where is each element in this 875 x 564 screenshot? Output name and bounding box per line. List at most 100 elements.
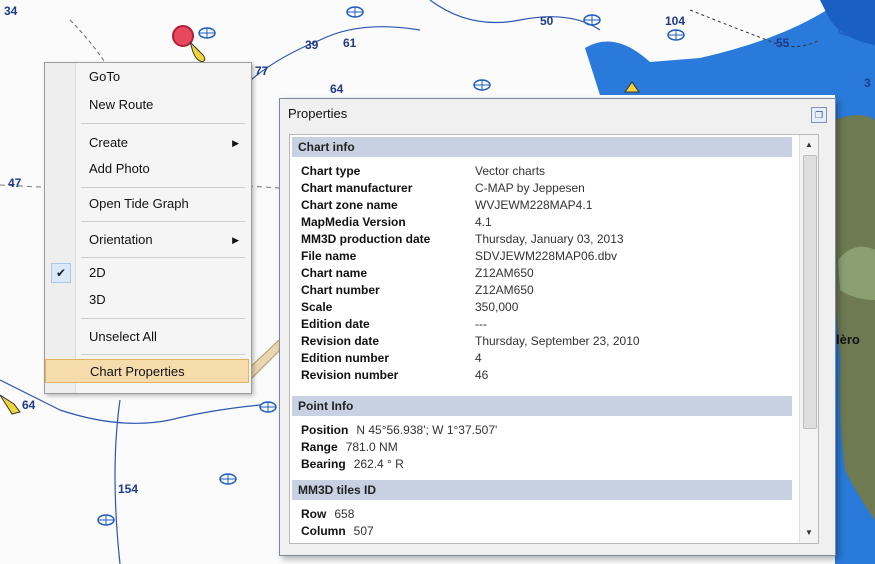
property-key: Scale [301, 300, 333, 314]
depth-label: 34 [4, 4, 18, 18]
menu-separator [81, 318, 245, 319]
property-value: 658 [334, 507, 355, 521]
property-value: 4.1 [475, 215, 492, 229]
property-row: Position N 45°56.938'; W 1°37.507' [301, 422, 497, 439]
menu-item-label: Chart Properties [90, 364, 185, 379]
depth-label: 50 [540, 14, 554, 28]
property-key: Row [301, 507, 327, 521]
menu-separator [81, 187, 245, 188]
property-key: Bearing [301, 457, 346, 471]
menu-separator [81, 123, 245, 124]
property-key: Chart zone name [301, 198, 398, 212]
property-key: Column [301, 524, 346, 538]
property-row: Bearing 262.4 ° R [301, 456, 404, 473]
properties-pane[interactable]: Chart info Chart type Vector charts Chart… [289, 134, 819, 544]
property-key: Range [301, 440, 338, 454]
submenu-arrow-icon: ▶ [232, 138, 239, 148]
property-value: WVJEWM228MAP4.1 [475, 198, 593, 212]
depth-label: 61 [343, 36, 357, 50]
checkmark-icon: ✔ [51, 263, 71, 283]
property-value: 781.0 NM [345, 440, 398, 454]
property-key: Edition number [301, 351, 389, 365]
property-row: MM3D production date Thursday, January 03… [301, 231, 624, 248]
property-value: Vector charts [475, 164, 546, 178]
property-row: Chart number Z12AM650 [301, 282, 534, 299]
menu-item-label: Create [89, 135, 129, 150]
property-value: 46 [475, 368, 489, 382]
section-header-tiles-id[interactable]: MM3D tiles ID [292, 480, 792, 500]
menu-separator [81, 354, 245, 355]
property-key: Chart type [301, 164, 361, 178]
property-key: Chart name [301, 266, 368, 280]
menu-item-label: Orientation [89, 232, 153, 247]
context-menu: GoTo New Route Create ▶ Add Photo Open T… [44, 62, 252, 394]
property-key: MapMedia Version [301, 215, 406, 229]
property-value: Thursday, September 23, 2010 [475, 334, 640, 348]
depth-label: 55 [776, 36, 790, 50]
property-row: MapMedia Version 4.1 [301, 214, 492, 231]
property-row: Row 658 [301, 506, 354, 523]
depth-label: 64 [330, 82, 344, 96]
property-value: Thursday, January 03, 2013 [475, 232, 624, 246]
property-key: Position [301, 423, 349, 437]
menu-item-chart-properties[interactable]: Chart Properties [45, 359, 249, 383]
maximize-button[interactable]: ❐ [811, 107, 827, 123]
property-key: Revision date [301, 334, 380, 348]
property-value: 507 [353, 524, 374, 538]
menu-item-label: 2D [89, 265, 106, 280]
property-key: Edition date [301, 317, 370, 331]
menu-item-goto[interactable]: GoTo [45, 65, 249, 89]
property-value: N 45°56.938'; W 1°37.507' [356, 423, 498, 437]
menu-separator [81, 221, 245, 222]
property-value: C-MAP by Jeppesen [475, 181, 585, 195]
menu-item-3d[interactable]: 3D [45, 288, 249, 312]
property-value: --- [475, 317, 487, 331]
depth-label: 39 [305, 38, 319, 52]
menu-item-create[interactable]: Create ▶ [45, 131, 249, 155]
property-row: Chart name Z12AM650 [301, 265, 534, 282]
property-key: Chart manufacturer [301, 181, 413, 195]
menu-item-unselect-all[interactable]: Unselect All [45, 325, 249, 349]
section-header-point-info[interactable]: Point Info [292, 396, 792, 416]
property-row: Chart manufacturer C-MAP by Jeppesen [301, 180, 585, 197]
property-value: 262.4 ° R [353, 457, 404, 471]
property-value: SDVJEWM228MAP06.dbv [475, 249, 618, 263]
menu-item-label: Unselect All [89, 329, 157, 344]
scrollbar-thumb[interactable] [803, 155, 817, 429]
scroll-up-icon[interactable]: ▲ [800, 137, 818, 153]
map-place-label: lèro [836, 332, 860, 347]
property-row: Revision number 46 [301, 367, 488, 384]
depth-label: 104 [665, 14, 686, 28]
depth-label: 47 [8, 176, 22, 190]
submenu-arrow-icon: ▶ [232, 235, 239, 245]
property-row: Revision date Thursday, September 23, 201… [301, 333, 640, 350]
menu-item-add-photo[interactable]: Add Photo [45, 157, 249, 181]
window-title: Properties [288, 106, 348, 121]
depth-label: 154 [118, 482, 139, 496]
property-row: Edition number 4 [301, 350, 482, 367]
property-row: Range 781.0 NM [301, 439, 398, 456]
menu-item-label: 3D [89, 292, 106, 307]
property-value: 4 [475, 351, 482, 365]
menu-item-label: Add Photo [89, 161, 150, 176]
property-row: Chart zone name WVJEWM228MAP4.1 [301, 197, 592, 214]
section-header-chart-info[interactable]: Chart info [292, 137, 792, 157]
menu-item-open-tide-graph[interactable]: Open Tide Graph [45, 192, 249, 216]
menu-item-label: New Route [89, 97, 154, 112]
depth-label: 77 [255, 64, 269, 78]
menu-item-label: GoTo [89, 69, 121, 84]
property-row: Scale 350,000 [301, 299, 518, 316]
property-row: Column 507 [301, 523, 374, 540]
property-row: Edition date --- [301, 316, 487, 333]
scroll-down-icon[interactable]: ▼ [800, 525, 818, 541]
property-row: Chart type Vector charts [301, 163, 545, 180]
menu-item-new-route[interactable]: New Route [45, 93, 249, 117]
property-row: File name SDVJEWM228MAP06.dbv [301, 248, 617, 265]
menu-item-label: Open Tide Graph [89, 196, 189, 211]
menu-item-orientation[interactable]: Orientation ▶ [45, 228, 249, 252]
vertical-scrollbar[interactable]: ▲ ▼ [799, 135, 818, 543]
menu-item-2d[interactable]: ✔ 2D [45, 261, 249, 285]
property-key: MM3D production date [301, 232, 431, 246]
depth-label: 64 [22, 398, 36, 412]
property-value: Z12AM650 [475, 283, 534, 297]
